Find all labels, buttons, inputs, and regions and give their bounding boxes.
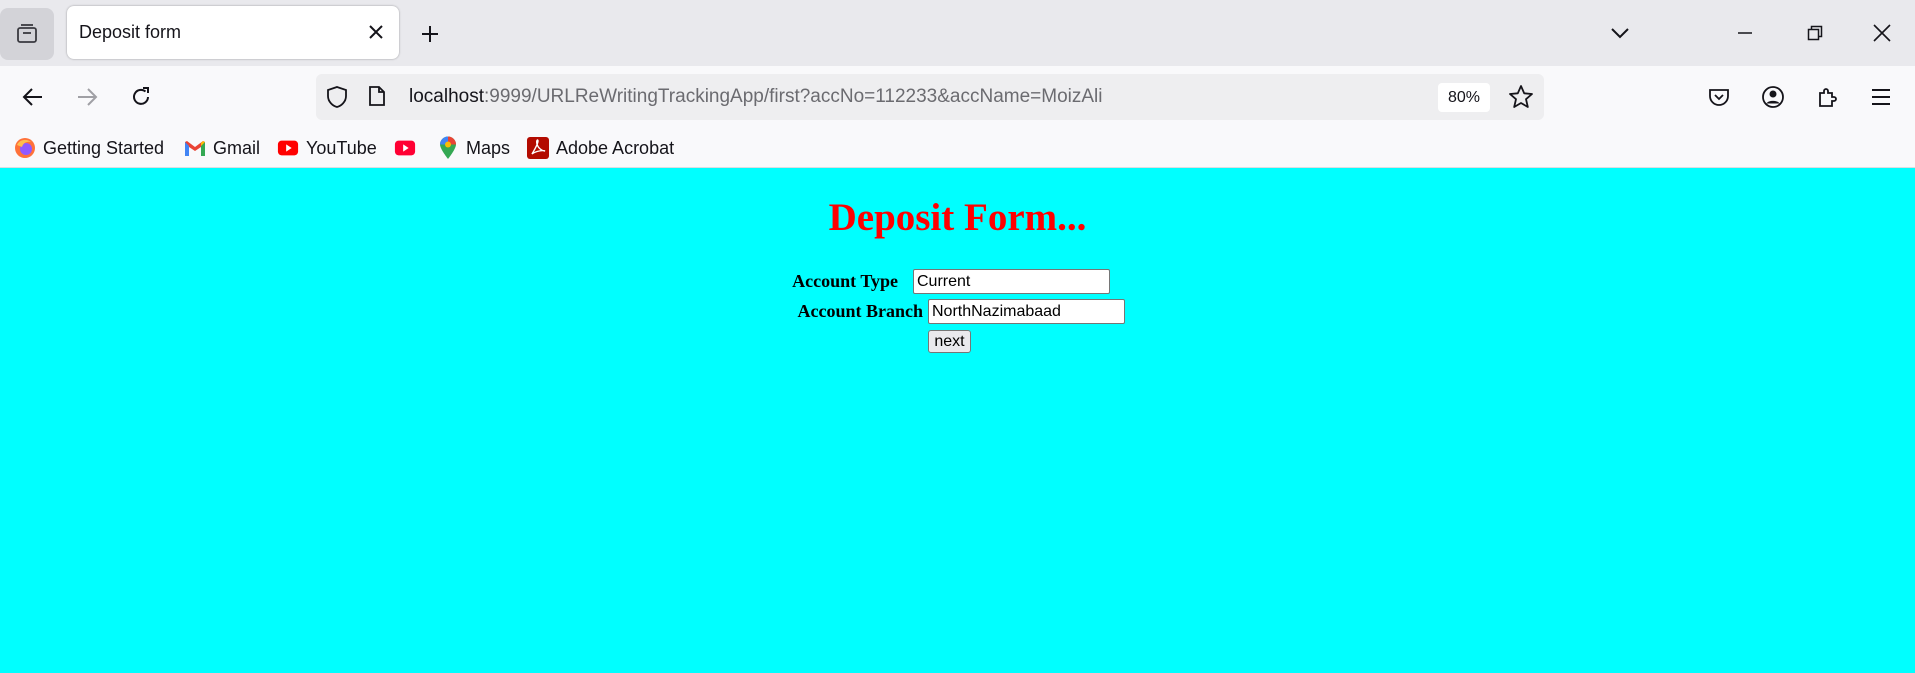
restore-icon: [1807, 25, 1823, 41]
account-type-input[interactable]: [913, 269, 1110, 294]
navigation-bar: localhost:9999/URLReWritingTrackingApp/f…: [0, 66, 1915, 128]
back-button[interactable]: [16, 80, 50, 114]
bookmark-label: Adobe Acrobat: [556, 137, 675, 158]
acrobat-icon: [527, 137, 549, 159]
bookmark-getting-started[interactable]: Getting Started: [14, 136, 164, 160]
zoom-level[interactable]: 80%: [1438, 83, 1490, 112]
bookmark-youtube-2[interactable]: [394, 136, 423, 160]
plus-icon: [422, 26, 438, 42]
url-host: localhost: [409, 86, 484, 107]
extensions-button[interactable]: [1810, 80, 1844, 114]
minimize-button[interactable]: [1730, 18, 1760, 48]
firefox-view-button[interactable]: [0, 8, 54, 60]
maps-icon: [437, 136, 459, 159]
arrow-left-icon: [22, 88, 42, 106]
close-icon: [1873, 24, 1891, 42]
forward-button[interactable]: [70, 80, 104, 114]
menu-button[interactable]: [1864, 80, 1898, 114]
close-window-button[interactable]: [1867, 18, 1897, 48]
bookmark-adobe-acrobat[interactable]: Adobe Acrobat: [527, 136, 674, 160]
reload-button[interactable]: [124, 80, 158, 114]
close-icon: [369, 25, 383, 39]
pocket-icon: [1709, 89, 1729, 106]
bookmarks-toolbar: Getting Started Gmail YouTube Maps Adobe…: [0, 128, 1915, 168]
url-text[interactable]: localhost:9999/URLReWritingTrackingApp/f…: [409, 86, 1103, 108]
page-title: Deposit Form...: [828, 196, 1087, 239]
youtube-icon: [277, 137, 299, 159]
restore-button[interactable]: [1800, 18, 1830, 48]
tab-strip: Deposit form: [0, 0, 1915, 66]
minimize-icon: [1738, 32, 1752, 34]
bookmark-label: Gmail: [213, 137, 261, 158]
pocket-button[interactable]: [1702, 80, 1736, 114]
bookmark-label: Maps: [466, 137, 511, 158]
hamburger-menu-icon: [1872, 89, 1890, 105]
chevron-down-icon: [1611, 28, 1629, 39]
bookmark-maps[interactable]: Maps: [437, 136, 510, 160]
bookmark-label: Getting Started: [43, 137, 165, 158]
url-bar[interactable]: localhost:9999/URLReWritingTrackingApp/f…: [316, 74, 1544, 120]
firefox-view-icon: [17, 24, 37, 43]
shield-icon[interactable]: [326, 85, 348, 114]
firefox-icon: [14, 137, 36, 159]
gmail-icon: [184, 137, 206, 159]
account-button[interactable]: [1756, 80, 1790, 114]
next-button[interactable]: next: [928, 330, 971, 353]
account-branch-label: Account Branch: [797, 301, 924, 321]
account-branch-row: Account Branch: [780, 299, 1125, 324]
account-type-label: Account Type: [792, 271, 898, 291]
puzzle-icon: [1819, 88, 1837, 107]
tab-deposit-form[interactable]: Deposit form: [67, 6, 399, 59]
page-content: Deposit Form... Account Type Account Bra…: [0, 169, 1915, 673]
account-branch-input[interactable]: [928, 299, 1125, 324]
account-icon: [1762, 86, 1784, 108]
new-tab-button[interactable]: [416, 20, 444, 48]
youtube-icon: [394, 137, 416, 159]
tab-title: Deposit form: [79, 22, 182, 42]
tab-close-button[interactable]: [365, 21, 387, 43]
account-type-row: Account Type: [780, 269, 1110, 294]
bookmark-gmail[interactable]: Gmail: [184, 136, 260, 160]
bookmark-star-icon[interactable]: [1508, 84, 1534, 115]
reload-icon: [133, 87, 149, 105]
url-path: :9999/URLReWritingTrackingApp/first?accN…: [484, 86, 1103, 107]
bookmark-label: YouTube: [306, 137, 377, 158]
arrow-right-icon: [78, 88, 98, 106]
list-all-tabs-button[interactable]: [1605, 18, 1635, 48]
bookmark-youtube[interactable]: YouTube: [277, 136, 377, 160]
page-icon[interactable]: [368, 85, 386, 112]
